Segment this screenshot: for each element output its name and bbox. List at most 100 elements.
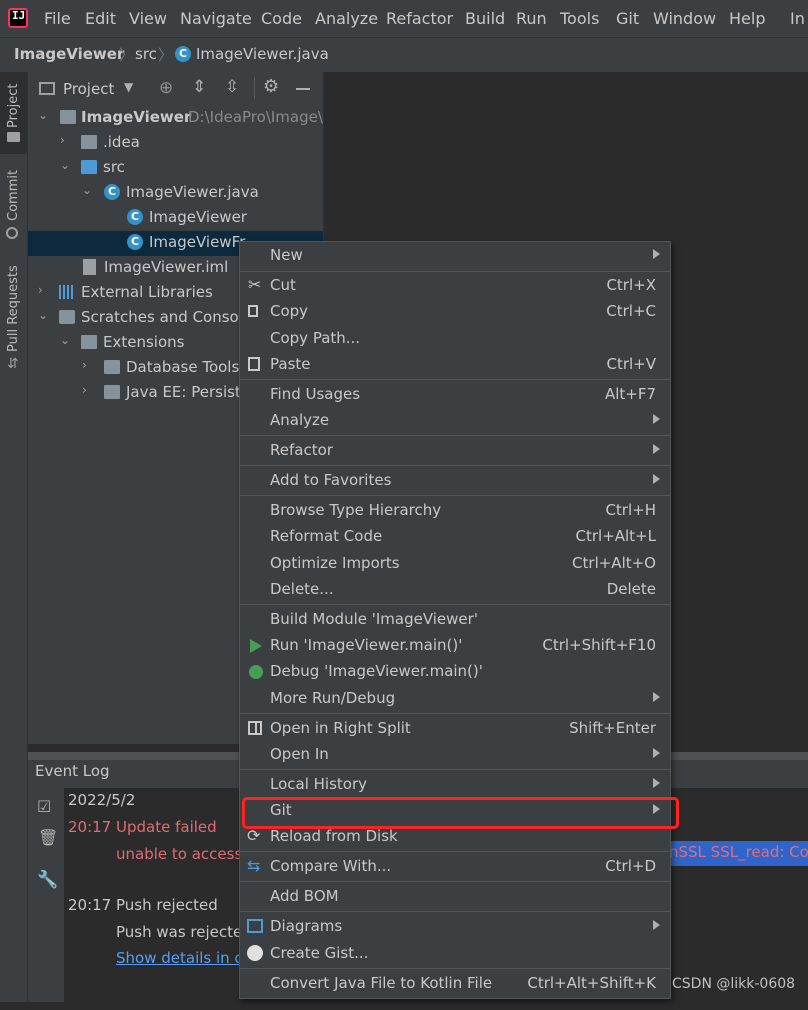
menu-item-convert-to-kotlin[interactable]: Convert Java File to Kotlin File Ctrl+Alt…	[240, 971, 670, 997]
tree-item-class1[interactable]: C ImageViewer	[28, 206, 323, 231]
diagram-icon	[247, 919, 263, 933]
menu-view[interactable]: View	[129, 9, 167, 28]
menu-bar: IJ File Edit View Navigate Code Analyze …	[0, 0, 808, 37]
menu-item-delete[interactable]: Delete... Delete	[240, 577, 670, 603]
mark-read-icon[interactable]: ☑	[37, 797, 51, 816]
menu-item-more-run-debug[interactable]: More Run/Debug	[240, 686, 670, 712]
menu-item-copy[interactable]: Copy Ctrl+C	[240, 299, 670, 325]
module-folder-icon	[60, 110, 76, 124]
menu-item-refactor[interactable]: Refactor	[240, 438, 670, 464]
menu-refactor[interactable]: Refactor	[386, 9, 453, 28]
menu-run[interactable]: Run	[516, 9, 547, 28]
menu-item-optimize-imports[interactable]: Optimize Imports Ctrl+Alt+O	[240, 551, 670, 577]
selected-text: nSSL SSL_read: Conr	[669, 843, 808, 861]
menu-item-new[interactable]: New	[240, 243, 670, 269]
submenu-arrow-icon	[653, 414, 660, 424]
chevron-down-icon[interactable]: ⌄	[82, 183, 92, 197]
tab-pull-requests[interactable]: Pull Requests	[6, 265, 21, 352]
tree-label: ImageViewer.iml	[104, 258, 229, 276]
menu-shortcut: Ctrl+V	[606, 355, 656, 373]
git-highlight-annotation	[242, 797, 679, 829]
chevron-right-icon[interactable]: ›	[82, 383, 87, 397]
menu-code[interactable]: Code	[261, 9, 302, 28]
menu-build[interactable]: Build	[465, 9, 505, 28]
menu-item-copy-path[interactable]: Copy Path...	[240, 326, 670, 352]
menu-item-reformat-code[interactable]: Reformat Code Ctrl+Alt+L	[240, 524, 670, 550]
menu-item-paste[interactable]: Paste Ctrl+V	[240, 352, 670, 378]
menu-item-local-history[interactable]: Local History	[240, 772, 670, 798]
tree-label: Scratches and Console	[81, 308, 253, 326]
intellij-logo-icon[interactable]: IJ	[8, 8, 28, 28]
log-time: 20:17	[68, 896, 112, 914]
menu-separator	[240, 713, 670, 714]
chevron-right-icon[interactable]: ›	[60, 133, 65, 147]
menu-item-cut[interactable]: ✂ Cut Ctrl+X	[240, 273, 670, 299]
menu-navigate[interactable]: Navigate	[180, 9, 252, 28]
menu-file[interactable]: File	[44, 9, 71, 28]
menu-window[interactable]: Window	[653, 9, 716, 28]
tab-commit[interactable]: Commit	[6, 170, 21, 221]
menu-label: Paste	[270, 355, 311, 373]
tab-project[interactable]: Project	[6, 84, 21, 128]
github-icon	[247, 945, 263, 961]
menu-git[interactable]: Git	[616, 9, 639, 28]
menu-edit[interactable]: Edit	[85, 9, 116, 28]
menu-item-create-gist[interactable]: Create Gist...	[240, 941, 670, 967]
chevron-down-icon[interactable]: ⌄	[60, 158, 70, 172]
chevron-down-icon[interactable]: ⌄	[38, 108, 48, 122]
trash-icon[interactable]: 🗑	[38, 828, 58, 847]
tree-item-java-file[interactable]: ⌄ C ImageViewer.java	[28, 181, 323, 206]
menu-label: Cut	[270, 276, 296, 294]
wrench-icon[interactable]: 🔧	[37, 870, 58, 890]
menu-separator	[240, 495, 670, 496]
menu-item-add-bom[interactable]: Add BOM	[240, 884, 670, 910]
chevron-down-icon[interactable]: ▼	[124, 80, 133, 94]
menu-label: More Run/Debug	[270, 689, 396, 707]
menu-item-compare-with[interactable]: ⇆ Compare With... Ctrl+D	[240, 854, 670, 880]
gear-icon[interactable]: ⚙	[263, 76, 279, 97]
expand-all-icon[interactable]: ⇕	[192, 77, 206, 97]
menu-item-browse-type-hierarchy[interactable]: Browse Type Hierarchy Ctrl+H	[240, 498, 670, 524]
menu-item-analyze[interactable]: Analyze	[240, 408, 670, 434]
breadcrumb-src[interactable]: src	[135, 45, 157, 63]
menu-item-build-module[interactable]: Build Module 'ImageViewer'	[240, 607, 670, 633]
tree-label: Database Tools	[126, 358, 240, 376]
submenu-arrow-icon	[653, 692, 660, 702]
tree-item-root[interactable]: ⌄ ImageViewer D:\IdeaPro\Image\	[28, 106, 323, 131]
menu-analyze[interactable]: Analyze	[315, 9, 378, 28]
tree-item-src[interactable]: ⌄ src	[28, 156, 323, 181]
selected-log-text: nSSL SSL_read: Conr	[669, 841, 808, 866]
project-view-icon	[39, 82, 55, 95]
menu-item-find-usages[interactable]: Find Usages Alt+F7	[240, 382, 670, 408]
chevron-right-icon[interactable]: ›	[38, 283, 43, 297]
menu-item-diagrams[interactable]: Diagrams	[240, 914, 670, 940]
hide-panel-icon[interactable]	[296, 88, 310, 90]
menu-item-add-to-favorites[interactable]: Add to Favorites	[240, 468, 670, 494]
chevron-down-icon[interactable]: ⌄	[60, 333, 70, 347]
source-folder-icon	[81, 160, 97, 174]
menu-separator	[240, 851, 670, 852]
collapse-all-icon[interactable]: ⇳	[225, 77, 239, 97]
project-view-selector[interactable]: Project	[63, 80, 114, 98]
menu-item-open-in[interactable]: Open In	[240, 742, 670, 768]
submenu-arrow-icon	[653, 778, 660, 788]
event-log-toolbar: ☑ 🗑 🔧	[28, 788, 64, 1002]
breadcrumb-project[interactable]: ImageViewer	[14, 45, 124, 63]
locate-icon[interactable]: ⊕	[159, 78, 173, 98]
chevron-right-icon[interactable]: ›	[82, 358, 87, 372]
menu-separator	[240, 769, 670, 770]
chevron-down-icon[interactable]: ⌄	[38, 308, 48, 322]
menu-item-run[interactable]: Run 'ImageViewer.main()' Ctrl+Shift+F10	[240, 633, 670, 659]
tree-item-idea[interactable]: › .idea	[28, 131, 323, 156]
menu-separator	[240, 379, 670, 380]
menu-label: Browse Type Hierarchy	[270, 501, 442, 519]
breadcrumb-file[interactable]: ImageViewer.java	[196, 45, 329, 63]
menu-item-open-right-split[interactable]: Open in Right Split Shift+Enter	[240, 716, 670, 742]
menu-tools[interactable]: Tools	[560, 9, 599, 28]
menu-item-debug[interactable]: Debug 'ImageViewer.main()'	[240, 659, 670, 685]
menu-help[interactable]: Help	[729, 9, 765, 28]
folder-icon	[104, 385, 120, 399]
show-details-link[interactable]: Show details in c	[116, 949, 243, 967]
java-class-icon: C	[104, 184, 120, 200]
breadcrumb-separator-icon: 〉	[119, 46, 135, 64]
